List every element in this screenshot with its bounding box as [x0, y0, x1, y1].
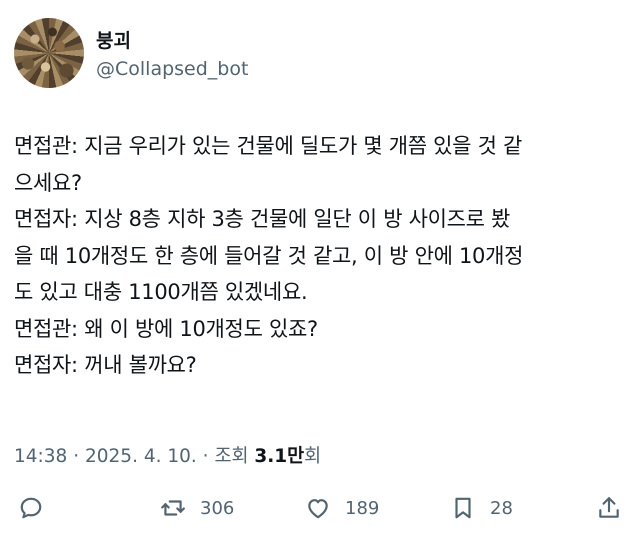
tweet-line: 도 있고 대충 1100개쯤 있겠네요.: [14, 280, 308, 304]
share-icon: [599, 497, 619, 518]
tweet-line: 면접관: 왜 이 방에 10개정도 있죠?: [14, 316, 318, 341]
bookmark-button[interactable]: 28: [450, 490, 513, 526]
avatar[interactable]: [14, 18, 84, 88]
tweet-line: 으세요?: [14, 170, 82, 195]
bookmark-count: 28: [490, 497, 513, 519]
tweet-line: 면접자: 지상 8층 지하 3층 건물에 일단 이 방 사이즈로 봤: [14, 207, 511, 231]
views-suffix: 회: [304, 446, 322, 467]
display-name[interactable]: 붕괴: [96, 26, 131, 53]
reply-icon: [20, 497, 42, 519]
meta-separator: ·: [67, 446, 85, 467]
tweet-text: 면접관: 지금 우리가 있는 건물에 딜도가 몇 개쯤 있을 것 같 으세요? …: [14, 128, 629, 384]
user-handle[interactable]: @Collapsed_bot: [96, 58, 248, 80]
tweet-meta: 14:38 · 2025. 4. 10. · 조회 3.1만회: [14, 442, 321, 468]
like-button[interactable]: 189: [305, 490, 379, 526]
tweet-time[interactable]: 14:38: [14, 446, 67, 467]
meta-separator: ·: [196, 446, 215, 467]
like-count: 189: [345, 497, 380, 519]
retweet-button[interactable]: 306: [160, 490, 234, 526]
retweet-count: 306: [200, 497, 235, 519]
views-count: 3.1만: [254, 446, 305, 467]
tweet-line: 면접자: 꺼내 볼까요?: [14, 353, 197, 377]
views-label: 조회: [214, 446, 255, 467]
tweet-line: 면접관: 지금 우리가 있는 건물에 딜도가 몇 개쯤 있을 것 같: [14, 134, 522, 158]
retweet-icon: [161, 500, 185, 516]
heart-icon: [308, 499, 328, 519]
reply-button[interactable]: [18, 490, 44, 526]
tweet-line: 을 때 10개정도 한 층에 들어갈 것 같고, 이 방 안에 10개정: [14, 243, 524, 268]
action-bar: 306 189 28: [0, 490, 640, 526]
tweet-date[interactable]: 2025. 4. 10.: [85, 446, 197, 467]
bookmark-icon: [455, 497, 471, 519]
share-button[interactable]: [596, 490, 622, 526]
